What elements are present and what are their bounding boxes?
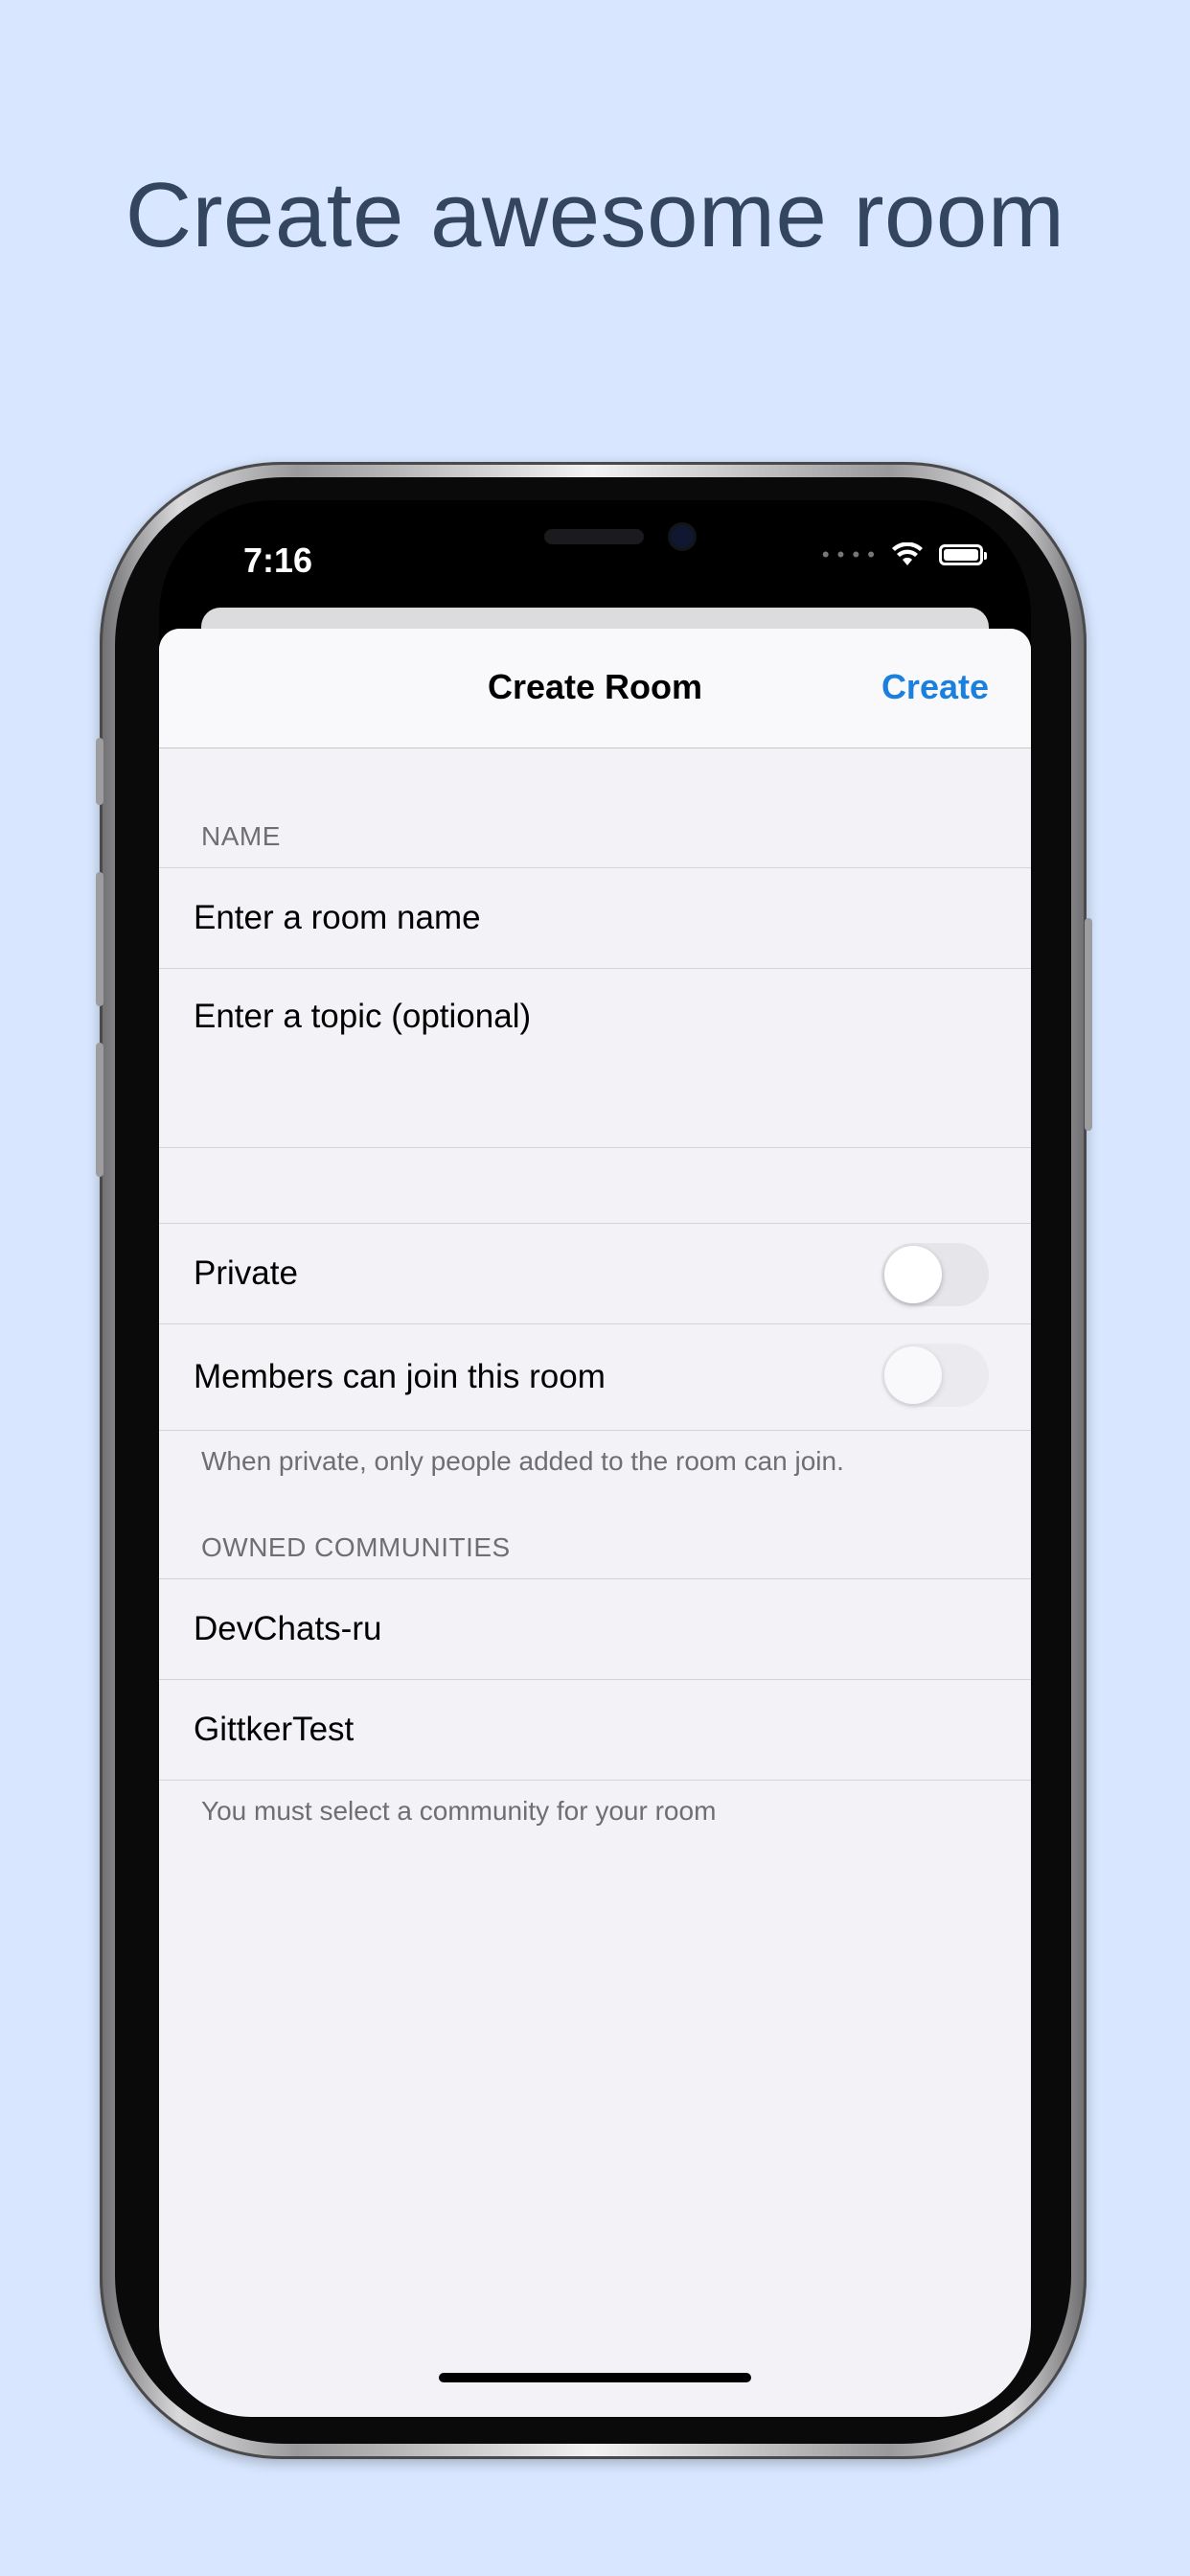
page-headline: Create awesome room <box>125 164 1065 266</box>
private-toggle[interactable] <box>881 1243 989 1306</box>
volume-up-button <box>96 872 103 1006</box>
power-button <box>1085 918 1092 1131</box>
status-bar: 7:16 • • • • <box>159 500 1031 625</box>
communities-section-header: OWNED COMMUNITIES <box>201 1532 511 1562</box>
speaker-grille <box>544 529 644 544</box>
community-label: GittkerTest <box>194 1711 355 1748</box>
community-item[interactable]: GittkerTest <box>159 1679 1031 1781</box>
status-time: 7:16 <box>243 540 313 580</box>
silent-switch <box>96 738 103 805</box>
members-join-label: Members can join this room <box>194 1358 606 1395</box>
room-name-field[interactable]: Enter a room name <box>159 867 1031 968</box>
battery-icon <box>939 544 987 565</box>
create-room-sheet: Create Room Create NAME Enter a room nam… <box>159 629 1031 2417</box>
community-item[interactable]: DevChats-ru <box>159 1578 1031 1679</box>
private-label: Private <box>194 1254 298 1292</box>
community-note: You must select a community for your roo… <box>201 1796 717 1826</box>
home-indicator[interactable] <box>439 2373 751 2382</box>
name-section-header: NAME <box>201 821 281 851</box>
topic-placeholder: Enter a topic (optional) <box>194 998 532 1035</box>
topic-field[interactable]: Enter a topic (optional) <box>159 968 1031 1148</box>
members-join-toggle[interactable] <box>881 1344 989 1407</box>
community-label: DevChats-ru <box>194 1610 382 1647</box>
members-join-row: Members can join this room <box>159 1323 1031 1431</box>
wifi-icon <box>892 542 923 565</box>
phone-screen: 7:16 • • • • Create Room Create NAME Ent… <box>159 500 1031 2417</box>
cellular-signal-icon: • • • • <box>821 542 876 566</box>
volume-down-button <box>96 1043 103 1177</box>
private-note: When private, only people added to the r… <box>201 1446 844 1476</box>
create-button[interactable]: Create <box>881 667 989 707</box>
front-camera <box>671 525 694 548</box>
private-row: Private <box>159 1223 1031 1323</box>
room-name-placeholder: Enter a room name <box>194 899 481 936</box>
navigation-bar: Create Room Create <box>159 629 1031 748</box>
